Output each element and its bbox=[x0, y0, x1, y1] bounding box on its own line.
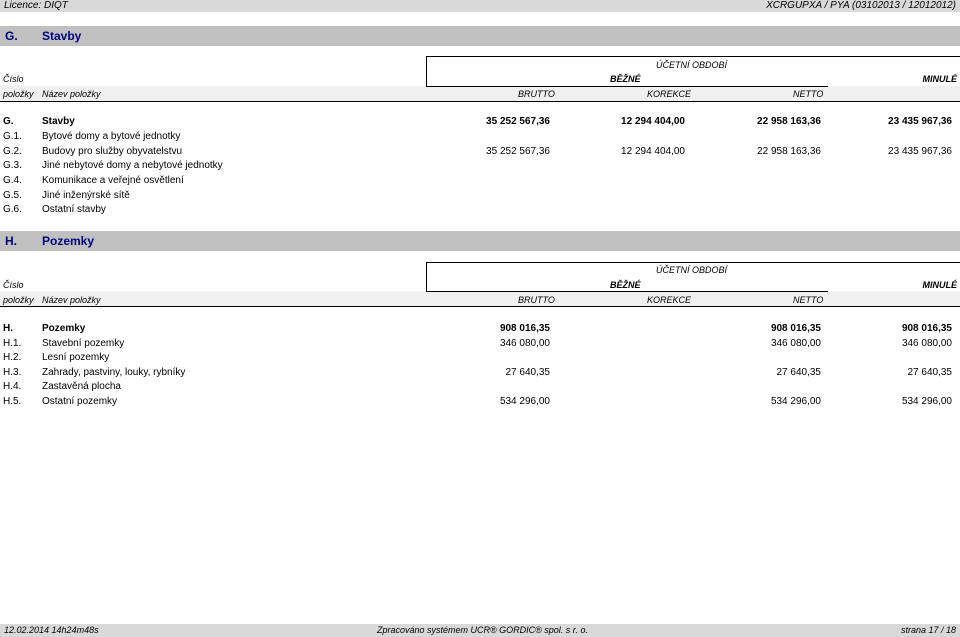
row-minule: 27 640,35 bbox=[907, 367, 953, 378]
row-code: H.3. bbox=[3, 367, 22, 378]
section-bar-g: G. Stavby bbox=[0, 26, 960, 46]
row-code: G.4. bbox=[3, 175, 22, 186]
row-name: Ostatní pozemky bbox=[42, 396, 118, 407]
section-title: Pozemky bbox=[42, 234, 95, 248]
licence-label: Licence: DIQT bbox=[4, 0, 68, 11]
row-code: H.1. bbox=[3, 338, 22, 349]
row-brutto: 35 252 567,36 bbox=[486, 146, 550, 157]
row-brutto: 908 016,35 bbox=[499, 323, 550, 334]
col-cislo: Číslo bbox=[3, 74, 24, 84]
table-row: H.1. Stavební pozemky 346 080,00 346 080… bbox=[0, 337, 960, 351]
row-minule: 534 296,00 bbox=[901, 396, 952, 407]
header-rule bbox=[426, 291, 828, 292]
header-rule bbox=[0, 101, 960, 102]
row-netto: 22 958 163,36 bbox=[757, 146, 821, 157]
header-rule bbox=[0, 306, 960, 307]
row-name: Budovy pro služby obyvatelstvu bbox=[42, 146, 183, 157]
row-brutto: 534 296,00 bbox=[499, 396, 550, 407]
row-name: Stavby bbox=[42, 116, 75, 127]
row-code: G.1. bbox=[3, 131, 22, 142]
table-row: H. Pozemky 908 016,35 908 016,35 908 016… bbox=[0, 322, 960, 336]
footer-processed: Zpracováno systémem UCR® GORDIC® spol. s… bbox=[377, 625, 588, 635]
row-name: Jiné inženýrské sítě bbox=[42, 190, 130, 201]
row-name: Stavební pozemky bbox=[42, 338, 125, 349]
row-code: G.6. bbox=[3, 204, 22, 215]
row-brutto: 346 080,00 bbox=[499, 338, 550, 349]
col-nazev: Název položky bbox=[42, 89, 101, 99]
col-bezne: BĚŽNÉ bbox=[610, 280, 641, 290]
row-name: Pozemky bbox=[42, 323, 86, 334]
col-netto: NETTO bbox=[793, 295, 824, 305]
table-row: G.4. Komunikace a veřejné osvětlení bbox=[0, 174, 960, 188]
header-rule bbox=[426, 262, 427, 291]
table-row: H.5. Ostatní pozemky 534 296,00 534 296,… bbox=[0, 395, 960, 409]
table-row: H.4. Zastavěná plocha bbox=[0, 380, 960, 394]
header-rule bbox=[426, 56, 960, 57]
row-korekce: 12 294 404,00 bbox=[621, 146, 685, 157]
table-row: G.6. Ostatní stavby bbox=[0, 203, 960, 217]
col-korekce: KOREKCE bbox=[647, 295, 692, 305]
row-code: G. bbox=[3, 116, 14, 127]
table-row: G. Stavby 35 252 567,36 12 294 404,00 22… bbox=[0, 115, 960, 129]
row-netto: 908 016,35 bbox=[770, 323, 821, 334]
row-name: Jiné nebytové domy a nebytové jednotky bbox=[42, 160, 223, 171]
row-code: H.5. bbox=[3, 396, 22, 407]
col-ucetni-obdobi: ÚČETNÍ OBDOBÍ bbox=[656, 265, 728, 275]
footer-page: strana 17 / 18 bbox=[900, 625, 956, 635]
row-minule: 346 080,00 bbox=[901, 338, 952, 349]
row-minule: 908 016,35 bbox=[901, 323, 952, 334]
row-code: H. bbox=[3, 323, 13, 334]
row-name: Komunikace a veřejné osvětlení bbox=[42, 175, 184, 186]
col-minule: MINULÉ bbox=[922, 280, 958, 290]
table-row: G.5. Jiné inženýrské sítě bbox=[0, 189, 960, 203]
table-row: G.1. Bytové domy a bytové jednotky bbox=[0, 130, 960, 144]
table-row: G.3. Jiné nebytové domy a nebytové jedno… bbox=[0, 159, 960, 173]
row-name: Zastavěná plocha bbox=[42, 381, 121, 392]
col-korekce: KOREKCE bbox=[647, 89, 692, 99]
row-code: H.2. bbox=[3, 352, 22, 363]
row-code: G.2. bbox=[3, 146, 22, 157]
row-netto: 27 640,35 bbox=[776, 367, 822, 378]
section-code: H. bbox=[5, 234, 17, 248]
header-rule bbox=[426, 86, 828, 87]
row-netto: 22 958 163,36 bbox=[757, 116, 821, 127]
row-brutto: 35 252 567,36 bbox=[486, 116, 550, 127]
row-code: G.3. bbox=[3, 160, 22, 171]
section-title: Stavby bbox=[42, 29, 82, 43]
section-bar-h: H. Pozemky bbox=[0, 231, 960, 251]
row-minule: 23 435 967,36 bbox=[888, 146, 952, 157]
table-row: H.2. Lesní pozemky bbox=[0, 351, 960, 365]
row-name: Ostatní stavby bbox=[42, 204, 106, 215]
col-cislo: Číslo bbox=[3, 280, 24, 290]
row-name: Zahrady, pastviny, louky, rybníky bbox=[42, 367, 186, 378]
table-row: G.2. Budovy pro služby obyvatelstvu 35 2… bbox=[0, 145, 960, 159]
top-bar: Licence: DIQT XCRGUPXA / PYA (03102013 /… bbox=[0, 0, 960, 12]
row-code: H.4. bbox=[3, 381, 22, 392]
footer-timestamp: 12.02.2014 14h24m48s bbox=[4, 625, 99, 635]
header-rule bbox=[426, 56, 427, 86]
col-polozky: položky bbox=[3, 89, 34, 99]
col-brutto: BRUTTO bbox=[518, 295, 555, 305]
col-nazev: Název položky bbox=[42, 295, 101, 305]
row-brutto: 27 640,35 bbox=[505, 367, 551, 378]
col-brutto: BRUTTO bbox=[518, 89, 555, 99]
row-name: Bytové domy a bytové jednotky bbox=[42, 131, 181, 142]
row-minule: 23 435 967,36 bbox=[888, 116, 952, 127]
col-netto: NETTO bbox=[793, 89, 824, 99]
row-name: Lesní pozemky bbox=[42, 352, 110, 363]
document-id: XCRGUPXA / PYA (03102013 / 12012012) bbox=[766, 0, 956, 11]
table-row: H.3. Zahrady, pastviny, louky, rybníky 2… bbox=[0, 366, 960, 380]
section-code: G. bbox=[5, 29, 18, 43]
header-rule bbox=[426, 262, 960, 263]
row-netto: 534 296,00 bbox=[770, 396, 821, 407]
row-korekce: 12 294 404,00 bbox=[621, 116, 685, 127]
col-ucetni-obdobi: ÚČETNÍ OBDOBÍ bbox=[656, 60, 728, 70]
col-polozky: položky bbox=[3, 295, 34, 305]
col-bezne: BĚŽNÉ bbox=[610, 74, 641, 84]
row-netto: 346 080,00 bbox=[770, 338, 821, 349]
footer-bar: 12.02.2014 14h24m48s Zpracováno systémem… bbox=[0, 624, 960, 637]
row-code: G.5. bbox=[3, 190, 22, 201]
col-minule: MINULÉ bbox=[922, 74, 958, 84]
